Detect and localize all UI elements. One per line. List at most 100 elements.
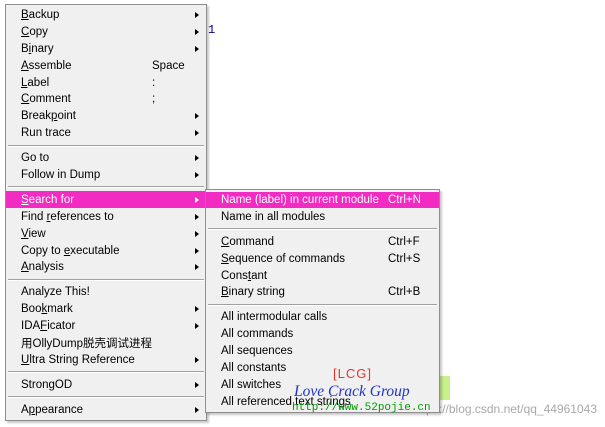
- arrow-slot: [192, 213, 206, 220]
- label-pre: B: [21, 42, 29, 55]
- submenu-arrow-icon: [195, 247, 199, 254]
- arrow-slot: [192, 306, 206, 313]
- menu-item-binary[interactable]: Binary: [6, 40, 206, 57]
- arrow-slot: [192, 28, 206, 35]
- menu-item-label: Search for: [21, 194, 152, 206]
- menu-separator: [6, 276, 206, 284]
- submenu-arrow-icon: [195, 323, 199, 330]
- shortcut-label: Space: [152, 59, 185, 72]
- separator-line: [208, 303, 437, 306]
- submenu-arrow-icon: [195, 113, 199, 120]
- label-pre: 用OllyDump脱壳调试进程: [21, 337, 152, 350]
- shortcut-label: Ctrl+F: [388, 235, 420, 248]
- submenu-item-name-in-all-modules[interactable]: Name in all modules: [206, 208, 439, 225]
- label-post: ant: [251, 269, 268, 282]
- label-pre: Boo: [21, 303, 42, 316]
- label-pre: Cons: [221, 269, 248, 282]
- menu-item-copy[interactable]: Copy: [6, 23, 206, 40]
- submenu-item-all-commands[interactable]: All commands: [206, 326, 439, 343]
- label-pre: Analyze This!: [21, 286, 90, 299]
- label-mnemonic: A: [21, 261, 29, 274]
- menu-item-analysis[interactable]: Analysis: [6, 259, 206, 276]
- menu-item-label: Breakpoint: [21, 110, 152, 122]
- submenu-item-all-constants[interactable]: All constants: [206, 360, 439, 377]
- menu-item-label: Ultra String Reference: [21, 354, 152, 366]
- label-pre: All switches: [221, 378, 282, 391]
- submenu-arrow-icon: [195, 171, 199, 178]
- label-pre: All commands: [221, 328, 294, 341]
- submenu-item-sequence-of-commands[interactable]: Sequence of commands Ctrl+S: [206, 250, 439, 267]
- label-pre: IDA: [21, 320, 41, 333]
- label-post: icator: [47, 320, 76, 333]
- submenu-arrow-icon: [195, 406, 199, 413]
- label-pre: All intermodular calls: [221, 311, 328, 324]
- submenu-item-command[interactable]: Command Ctrl+F: [206, 233, 439, 250]
- menu-item-ollydump[interactable]: 用OllyDump脱壳调试进程: [6, 335, 206, 352]
- menu-item-label: Appearance: [21, 404, 152, 416]
- menu-item-analyze-this[interactable]: Analyze This!: [6, 284, 206, 301]
- menu-item-follow-in-dump[interactable]: Follow in Dump: [6, 167, 206, 184]
- label-post: ackup: [28, 8, 60, 21]
- menu-item-label: All sequences: [221, 345, 388, 357]
- label-post: oint: [57, 110, 76, 123]
- menu-item-label: Go to: [21, 152, 152, 164]
- menu-item-go-to[interactable]: Go to: [6, 150, 206, 167]
- menu-item-bookmark[interactable]: Bookmark: [6, 301, 206, 318]
- arrow-slot: [192, 323, 206, 330]
- menu-item-label: Follow in Dump: [21, 169, 152, 181]
- menu-item-assemble[interactable]: Assemble Space: [6, 57, 206, 74]
- menu-item-label: View: [21, 228, 152, 240]
- arrow-slot: [192, 381, 206, 388]
- submenu-item-all-intermodular-calls[interactable]: All intermodular calls: [206, 309, 439, 326]
- menu-item-idaficator[interactable]: IDAFicator: [6, 318, 206, 335]
- submenu-item-binary-string[interactable]: Binary string Ctrl+B: [206, 284, 439, 301]
- separator-line: [8, 396, 204, 399]
- menu-item-label: Label: [21, 77, 152, 89]
- label-post: ltra String Reference: [29, 353, 135, 366]
- menu-item-ultra-string-reference[interactable]: Ultra String Reference: [6, 351, 206, 368]
- label-pre: Name (label) in current module: [221, 193, 379, 206]
- arrow-slot: [192, 11, 206, 18]
- menu-item-backup[interactable]: Backup: [6, 7, 206, 24]
- menu-item-label: Name in all modules: [221, 211, 388, 223]
- menu-item-label: Find references to: [21, 211, 152, 223]
- menu-item-label: Copy to executable: [21, 245, 152, 257]
- menu-item-label: Run trace: [21, 127, 152, 139]
- menu-item-copy-to-executable[interactable]: Copy to executable: [6, 242, 206, 259]
- label-pre: Break: [21, 110, 52, 123]
- menu-item-run-trace[interactable]: Run trace: [6, 125, 206, 142]
- menu-item-comment[interactable]: Comment;: [6, 91, 206, 108]
- menu-item-strongod[interactable]: StrongOD: [6, 376, 206, 393]
- submenu-arrow-icon: [195, 196, 199, 203]
- menu-item-find-references-to[interactable]: Find references to: [6, 208, 206, 225]
- label-post: inary string: [228, 286, 285, 299]
- menu-item-label[interactable]: Label:: [6, 74, 206, 91]
- arrow-slot: [192, 196, 206, 203]
- menu-item-appearance[interactable]: Appearance: [6, 401, 206, 418]
- label-pre: Find: [21, 210, 47, 223]
- submenu-item-constant[interactable]: Constant: [206, 267, 439, 284]
- arrow-slot: [192, 356, 206, 363]
- submenu-arrow-icon: [195, 264, 199, 271]
- submenu-item-all-sequences[interactable]: All sequences: [206, 343, 439, 360]
- label-post: opy: [29, 25, 48, 38]
- menu-item-view[interactable]: View: [6, 225, 206, 242]
- arrow-slot: [192, 230, 206, 237]
- menu-item-breakpoint[interactable]: Breakpoint: [6, 108, 206, 125]
- submenu-item-name-label-in-current-module[interactable]: Name (label) in current module Ctrl+N: [206, 191, 439, 209]
- label-post: iew: [28, 227, 46, 240]
- submenu-arrow-icon: [195, 356, 199, 363]
- arrow-slot: [192, 406, 206, 413]
- site-url: http://www.52pojie.cn: [292, 402, 431, 414]
- arrow-slot: [192, 155, 206, 162]
- separator-line: [8, 144, 204, 147]
- submenu-arrow-icon: [195, 230, 199, 237]
- submenu-arrow-icon: [195, 130, 199, 137]
- label-post: xecutable: [70, 244, 120, 257]
- group-name-logo: Love Crack Group: [294, 383, 410, 400]
- shortcut-label: Ctrl+N: [388, 193, 421, 206]
- menu-item-label: Bookmark: [21, 303, 152, 315]
- label-mnemonic: B: [221, 286, 229, 299]
- menu-item-label: Copy: [21, 26, 152, 38]
- menu-item-search-for[interactable]: Search for: [6, 191, 206, 209]
